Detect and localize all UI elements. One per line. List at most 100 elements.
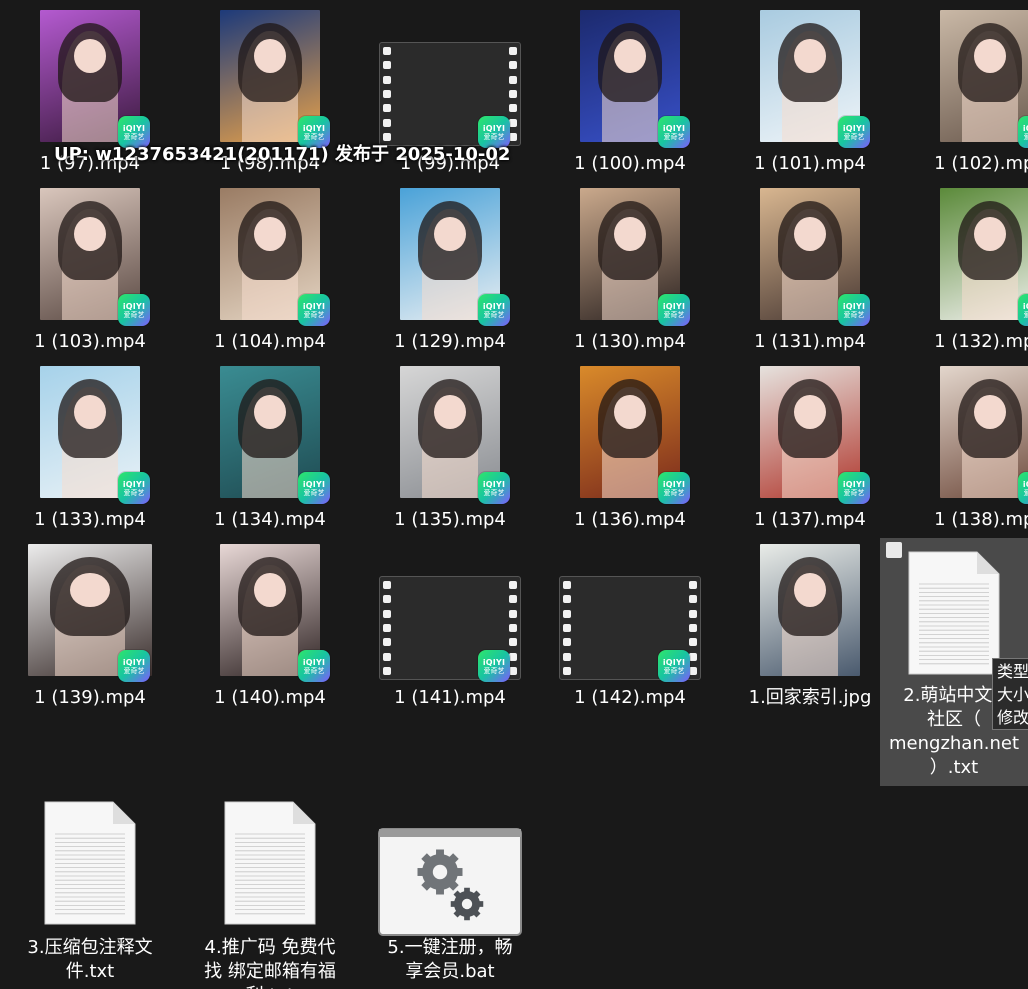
iqiyi-badge-text: iQIYI bbox=[482, 479, 506, 489]
iqiyi-badge-text: iQIYI bbox=[482, 301, 506, 311]
file-item[interactable]: iQIYI 爱奇艺 1 (136).mp4 bbox=[540, 356, 720, 534]
file-item[interactable]: iQIYI 爱奇艺 1 (104).mp4 bbox=[180, 178, 360, 356]
file-item[interactable]: iQIYI爱奇艺 1 (102).mp4 bbox=[900, 0, 1028, 178]
file-item[interactable]: iQIYI 爱奇艺 1 (131).mp4 bbox=[720, 178, 900, 356]
file-name-label: 1 (136).mp4 bbox=[574, 509, 686, 530]
file-name-line: mengzhan.net bbox=[889, 733, 1019, 754]
iqiyi-badge-text: iQIYI bbox=[122, 123, 146, 133]
iqiyi-badge-subtext: 爱奇艺 bbox=[123, 666, 145, 675]
iqiyi-badge-subtext: 爱奇艺 bbox=[303, 488, 325, 497]
film-strip bbox=[380, 47, 394, 141]
iqiyi-badge-icon: iQIYI爱奇艺 bbox=[118, 472, 150, 504]
file-item[interactable]: iQIYI 爱奇艺 1 (142).mp4 bbox=[540, 534, 720, 712]
iqiyi-badge-subtext: 爱奇艺 bbox=[663, 132, 685, 141]
file-item[interactable]: iQIYI 爱奇艺 1 (133).mp4 bbox=[0, 356, 180, 534]
file-name-label: 4.推广码 免费代找 绑定邮箱有福利.txt bbox=[180, 936, 360, 989]
file-item[interactable]: iQIYI 爱奇艺 1 (100).mp4 bbox=[540, 0, 720, 178]
file-name-label: 1.回家索引.jpg bbox=[748, 687, 872, 708]
iqiyi-badge-icon: iQIYI爱奇艺 bbox=[838, 472, 870, 504]
file-thumbnail bbox=[940, 10, 1028, 142]
file-item[interactable]: iQIYI 爱奇艺 1 (103).mp4 bbox=[0, 178, 180, 356]
file-name-line: 利.txt bbox=[180, 984, 360, 989]
iqiyi-badge-text: iQIYI bbox=[302, 479, 326, 489]
iqiyi-badge-text: iQIYI bbox=[482, 657, 506, 667]
file-item[interactable]: iQIYI 爱奇艺 1 (140).mp4 bbox=[180, 534, 360, 712]
upload-info-overlay: UP: w1237653421(201171) 发布于 2025-10-02 bbox=[54, 144, 511, 165]
iqiyi-badge-subtext: 爱奇艺 bbox=[303, 310, 325, 319]
iqiyi-badge-icon: iQIYI爱奇艺 bbox=[838, 116, 870, 148]
iqiyi-badge-subtext: 爱奇艺 bbox=[1023, 132, 1028, 141]
iqiyi-badge-text: iQIYI bbox=[482, 123, 506, 133]
tooltip-type-line: 类型 bbox=[997, 662, 1028, 681]
iqiyi-badge-icon: iQIYI爱奇艺 bbox=[1018, 116, 1028, 148]
file-item[interactable]: iQIYI爱奇艺 1 (132).mp4 bbox=[900, 178, 1028, 356]
iqiyi-badge-text: iQIYI bbox=[662, 479, 686, 489]
iqiyi-badge-text: iQIYI bbox=[662, 301, 686, 311]
file-name-label: 1 (138).mp4 bbox=[934, 509, 1028, 530]
file-name-label: 1 (130).mp4 bbox=[574, 331, 686, 352]
iqiyi-badge-subtext: 爱奇艺 bbox=[303, 666, 325, 675]
file-name-label: 5.一键注册，畅 享会员.bat bbox=[360, 936, 540, 984]
iqiyi-badge-subtext: 爱奇艺 bbox=[123, 488, 145, 497]
iqiyi-badge-text: iQIYI bbox=[122, 301, 146, 311]
iqiyi-badge-subtext: 爱奇艺 bbox=[1023, 488, 1028, 497]
batch-file-gear-icon bbox=[378, 828, 522, 936]
file-item[interactable]: iQIYI 爱奇艺 1 (101).mp4 bbox=[720, 0, 900, 178]
file-thumbnail bbox=[940, 366, 1028, 498]
iqiyi-badge-text: iQIYI bbox=[302, 123, 326, 133]
file-item[interactable]: iQIYI 爱奇艺 1 (137).mp4 bbox=[720, 356, 900, 534]
file-thumbnail bbox=[760, 544, 860, 676]
file-name-line: 找 绑定邮箱有福 bbox=[204, 961, 336, 982]
iqiyi-badge-subtext: 爱奇艺 bbox=[663, 666, 685, 675]
file-name-line: 4.推广码 免费代 bbox=[204, 937, 336, 958]
file-item[interactable]: iQIYI爱奇艺 1 (138).mp4 bbox=[900, 356, 1028, 534]
iqiyi-badge-text: iQIYI bbox=[662, 657, 686, 667]
iqiyi-badge-text: iQIYI bbox=[122, 479, 146, 489]
iqiyi-badge-subtext: 爱奇艺 bbox=[483, 666, 505, 675]
file-explorer-view: iQIYI 爱奇艺 1 (97).mp4 iQIYI 爱奇艺 1 (98).mp4 iQIY… bbox=[0, 0, 1028, 989]
iqiyi-badge-icon: iQIYI爱奇艺 bbox=[658, 472, 690, 504]
file-item[interactable]: iQIYI 爱奇艺 1 (135).mp4 bbox=[360, 356, 540, 534]
iqiyi-badge-icon: iQIYI爱奇艺 bbox=[1018, 472, 1028, 504]
file-name-label: 1 (140).mp4 bbox=[214, 687, 326, 708]
iqiyi-badge-text: iQIYI bbox=[302, 301, 326, 311]
iqiyi-badge-text: iQIYI bbox=[1022, 301, 1028, 311]
file-name-label: 1 (135).mp4 bbox=[394, 509, 506, 530]
iqiyi-badge-subtext: 爱奇艺 bbox=[843, 488, 865, 497]
iqiyi-badge-subtext: 爱奇艺 bbox=[1023, 310, 1028, 319]
file-item[interactable]: 1.回家索引.jpg bbox=[720, 534, 900, 712]
file-item[interactable]: iQIYI 爱奇艺 1 (139).mp4 bbox=[0, 534, 180, 712]
tooltip-modified-line: 修改 bbox=[997, 708, 1028, 727]
file-item[interactable]: iQIYI 爱奇艺 1 (130).mp4 bbox=[540, 178, 720, 356]
iqiyi-badge-icon: iQIYI爱奇艺 bbox=[838, 294, 870, 326]
file-item[interactable]: iQIYI 爱奇艺 1 (141).mp4 bbox=[360, 534, 540, 712]
selection-checkbox[interactable] bbox=[886, 542, 902, 558]
iqiyi-badge-text: iQIYI bbox=[842, 479, 866, 489]
file-tooltip: 类型 大小 修改 bbox=[992, 658, 1028, 730]
file-item[interactable]: 4.推广码 免费代找 绑定邮箱有福利.txt bbox=[180, 790, 360, 989]
file-item[interactable]: iQIYI 爱奇艺 1 (134).mp4 bbox=[180, 356, 360, 534]
file-name-label: 3.压缩包注释文 件.txt bbox=[0, 936, 180, 984]
file-name-label: 1 (142).mp4 bbox=[574, 687, 686, 708]
iqiyi-badge-subtext: 爱奇艺 bbox=[663, 310, 685, 319]
tooltip-size-line: 大小 bbox=[997, 685, 1028, 704]
file-name-label: 1 (141).mp4 bbox=[394, 687, 506, 708]
file-item[interactable]: 5.一键注册，畅 享会员.bat bbox=[360, 790, 540, 982]
iqiyi-badge-icon: iQIYI爱奇艺 bbox=[478, 472, 510, 504]
iqiyi-badge-icon: iQIYI爱奇艺 bbox=[298, 650, 330, 682]
iqiyi-badge-icon: iQIYI爱奇艺 bbox=[118, 650, 150, 682]
film-strip bbox=[380, 581, 394, 675]
iqiyi-badge-subtext: 爱奇艺 bbox=[483, 310, 505, 319]
file-item[interactable]: 3.压缩包注释文 件.txt bbox=[0, 790, 180, 982]
iqiyi-badge-subtext: 爱奇艺 bbox=[483, 488, 505, 497]
iqiyi-badge-icon: iQIYI爱奇艺 bbox=[118, 294, 150, 326]
file-name-label: 1 (101).mp4 bbox=[754, 153, 866, 174]
file-name-label: 1 (129).mp4 bbox=[394, 331, 506, 352]
iqiyi-badge-subtext: 爱奇艺 bbox=[843, 132, 865, 141]
iqiyi-badge-icon: iQIYI爱奇艺 bbox=[478, 650, 510, 682]
file-item[interactable]: iQIYI 爱奇艺 1 (129).mp4 bbox=[360, 178, 540, 356]
iqiyi-badge-icon: iQIYI爱奇艺 bbox=[478, 294, 510, 326]
iqiyi-badge-subtext: 爱奇艺 bbox=[843, 310, 865, 319]
iqiyi-badge-text: iQIYI bbox=[1022, 479, 1028, 489]
file-name-label: 1 (134).mp4 bbox=[214, 509, 326, 530]
